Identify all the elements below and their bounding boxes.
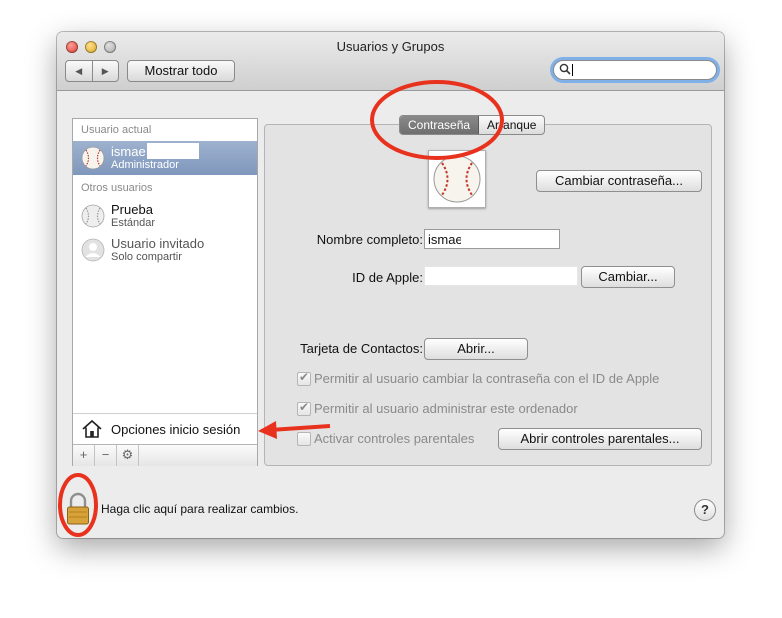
baseball-icon <box>81 146 105 170</box>
nav-buttons: ◀ ▶ <box>65 60 119 82</box>
user-role: Administrador <box>111 159 179 171</box>
redacted-area <box>461 230 519 248</box>
lock-message: Haga clic aquí para realizar cambios. <box>101 502 299 516</box>
checkmark-icon: ✔ <box>299 400 310 414</box>
text-caret <box>572 64 573 76</box>
user-item-prueba[interactable]: Prueba Estándar <box>73 199 257 233</box>
redacted-area <box>147 143 199 159</box>
help-button[interactable]: ? <box>694 499 716 521</box>
user-role: Solo compartir <box>111 251 182 263</box>
parental-controls-label: Activar controles parentales <box>314 431 475 446</box>
add-user-button[interactable]: + <box>73 445 95 466</box>
parental-controls-checkbox[interactable] <box>297 432 311 446</box>
change-password-button[interactable]: Cambiar contraseña... <box>536 170 702 192</box>
baseball-icon <box>81 204 105 228</box>
other-users-header: Otros usuarios <box>81 182 153 194</box>
forward-button[interactable]: ▶ <box>91 61 119 81</box>
change-apple-id-button[interactable]: Cambiar... <box>581 266 675 288</box>
sidebar-toolbar: + − ⚙ <box>73 444 257 466</box>
tab-password[interactable]: Contraseña <box>400 116 480 134</box>
user-role: Estándar <box>111 217 156 229</box>
apple-id-field <box>424 266 578 286</box>
current-user-header: Usuario actual <box>81 124 152 136</box>
admin-label: Permitir al usuario administrar este ord… <box>314 401 578 416</box>
user-name: Prueba <box>111 202 153 217</box>
magnifier-icon <box>559 63 571 78</box>
admin-checkbox[interactable]: ✔ <box>297 400 311 416</box>
tab-startup[interactable]: Arranque <box>479 116 544 134</box>
search-input[interactable] <box>553 60 717 80</box>
baseball-icon <box>433 155 481 203</box>
user-item-current[interactable]: ismae Administrador <box>73 141 257 175</box>
login-options-label: Opciones inicio sesión <box>111 422 241 437</box>
reset-password-label: Permitir al usuario cambiar la contraseñ… <box>314 371 660 386</box>
user-name: ismae <box>111 144 146 159</box>
show-all-button[interactable]: Mostrar todo <box>127 60 235 82</box>
back-button[interactable]: ◀ <box>66 61 92 81</box>
reset-password-checkbox[interactable]: ✔ <box>297 370 311 386</box>
gear-icon[interactable]: ⚙ <box>117 445 139 466</box>
house-icon <box>81 418 103 443</box>
preferences-window: Usuarios y Grupos ◀ ▶ Mostrar todo Usuar… <box>57 32 724 538</box>
login-options-item[interactable]: Opciones inicio sesión <box>73 413 257 444</box>
window-title: Usuarios y Grupos <box>336 39 445 54</box>
user-picture[interactable] <box>428 150 486 208</box>
full-name-label: Nombre completo: <box>316 232 423 247</box>
open-parental-controls-button[interactable]: Abrir controles parentales... <box>498 428 702 450</box>
apple-id-label: ID de Apple: <box>352 270 423 285</box>
users-sidebar: Usuario actual ismae Administrador Otros… <box>72 118 258 466</box>
contacts-card-label: Tarjeta de Contactos: <box>300 341 423 356</box>
open-contacts-button[interactable]: Abrir... <box>424 338 528 360</box>
user-item-guest[interactable]: Usuario invitado Solo compartir <box>73 233 257 267</box>
guest-person-icon <box>81 238 105 262</box>
user-name: Usuario invitado <box>111 236 205 251</box>
lock-icon[interactable] <box>66 492 90 529</box>
checkmark-icon: ✔ <box>299 370 310 384</box>
tab-bar: Contraseña Arranque <box>399 115 546 135</box>
title-bar: Usuarios y Grupos ◀ ▶ Mostrar todo <box>57 32 724 91</box>
remove-user-button[interactable]: − <box>95 445 117 466</box>
